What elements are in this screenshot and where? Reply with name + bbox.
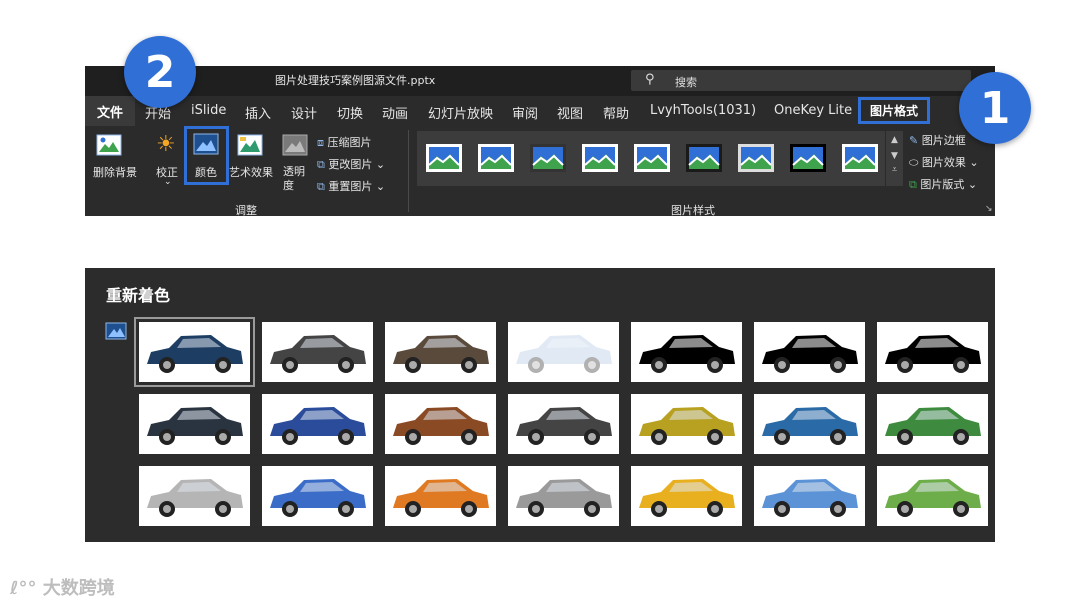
picture-layout-label: 图片版式 — [920, 178, 965, 191]
picture-icon — [105, 322, 127, 340]
recolor-option[interactable] — [631, 394, 742, 454]
recolor-option[interactable] — [508, 466, 619, 526]
watermark-icon: ℓ°° — [10, 578, 37, 599]
recolor-option[interactable] — [262, 466, 373, 526]
picture-style-thumb[interactable] — [633, 143, 671, 173]
remove-background-button[interactable] — [96, 134, 122, 160]
picture-styles-group-label: 图片样式 — [671, 204, 715, 217]
tab-picture-format[interactable]: 图片格式 — [858, 97, 930, 124]
transparency-label-2: 度 — [283, 179, 294, 192]
search-placeholder: 搜索 — [675, 76, 697, 89]
compress-icon: ⧈ — [317, 136, 324, 149]
tab-file[interactable]: 文件 — [85, 96, 135, 126]
artistic-effects-icon — [237, 134, 263, 156]
picture-style-thumb[interactable] — [841, 143, 879, 173]
change-picture-icon: ⧉ — [317, 158, 325, 171]
gallery-down-icon[interactable]: ▼ — [886, 151, 903, 161]
picture-effects-label: 图片效果 — [921, 156, 966, 169]
picture-border-label: 图片边框 — [921, 134, 966, 147]
remove-background-label: 删除背景 — [93, 166, 137, 179]
adjust-group-label: 调整 — [235, 204, 257, 217]
recolor-title: 重新着色 — [106, 286, 171, 305]
picture-styles-gallery[interactable] — [417, 131, 885, 186]
recolor-option[interactable] — [385, 394, 496, 454]
recolor-option[interactable] — [754, 466, 865, 526]
picture-style-thumb[interactable] — [789, 143, 827, 173]
step-badge-2: 2 — [124, 36, 196, 108]
recolor-option[interactable] — [631, 322, 742, 382]
change-picture-button[interactable]: ⧉ 更改图片 ⌄ — [317, 156, 385, 172]
artistic-effects-label: 艺术效果 — [229, 166, 273, 179]
watermark-logo: ℓ°° 大数跨境 — [10, 574, 115, 600]
tab-islide[interactable]: iSlide — [191, 103, 226, 118]
color-icon-wrap — [193, 133, 219, 159]
compress-pictures-button[interactable]: ⧈ 压缩图片 — [317, 134, 372, 150]
chevron-down-icon[interactable]: ⌄ — [164, 177, 172, 187]
color-label: 颜色 — [195, 166, 217, 179]
recolor-option[interactable] — [134, 317, 255, 387]
tab-slideshow[interactable]: 幻灯片放映 — [428, 103, 493, 122]
picture-style-thumb[interactable] — [529, 143, 567, 173]
picture-effects-button[interactable]: ⬭ 图片效果 ⌄ — [909, 154, 979, 170]
change-picture-label: 更改图片 — [328, 158, 373, 171]
recolor-option[interactable] — [262, 322, 373, 382]
tab-help[interactable]: 帮助 — [603, 103, 629, 122]
recolor-option[interactable] — [877, 394, 988, 454]
group-divider — [408, 130, 409, 212]
color-icon — [193, 133, 219, 155]
tab-animations[interactable]: 动画 — [382, 103, 408, 122]
recolor-option[interactable] — [877, 466, 988, 526]
tab-lvyhtools[interactable]: LvyhTools(1031) — [650, 103, 756, 118]
recolor-option[interactable] — [754, 394, 865, 454]
recolor-option[interactable] — [754, 322, 865, 382]
recolor-option[interactable] — [508, 322, 619, 382]
transparency-icon — [282, 134, 308, 156]
corrections-icon[interactable]: ☀ — [156, 134, 176, 156]
dialog-launcher-icon[interactable]: ↘ — [985, 204, 993, 214]
reset-picture-label: 重置图片 — [328, 180, 373, 193]
layout-icon: ⧉ — [909, 178, 917, 191]
recolor-option[interactable] — [385, 466, 496, 526]
recolor-option[interactable] — [385, 322, 496, 382]
remove-background-icon — [96, 134, 122, 156]
tab-review[interactable]: 审阅 — [512, 103, 538, 122]
recolor-option[interactable] — [262, 394, 373, 454]
recolor-option[interactable] — [139, 466, 250, 526]
transparency-button[interactable] — [282, 134, 308, 160]
watermark-text: 大数跨境 — [42, 578, 115, 599]
picture-style-thumb[interactable] — [581, 143, 619, 173]
picture-style-thumb[interactable] — [477, 143, 515, 173]
recolor-option[interactable] — [631, 466, 742, 526]
recolor-option[interactable] — [508, 394, 619, 454]
step-badge-1: 1 — [959, 72, 1031, 144]
artistic-effects-button[interactable] — [237, 134, 263, 160]
compress-label: 压缩图片 — [327, 136, 372, 149]
tab-transitions[interactable]: 切换 — [337, 103, 363, 122]
tab-design[interactable]: 设计 — [291, 103, 317, 122]
picture-style-thumb[interactable] — [737, 143, 775, 173]
reset-picture-button[interactable]: ⧉ 重置图片 ⌄ — [317, 178, 385, 194]
reset-picture-icon: ⧉ — [317, 180, 325, 193]
no-recolor-icon-wrap — [105, 322, 127, 344]
gallery-more-icon[interactable]: ⩡ — [886, 165, 903, 175]
gallery-scroll[interactable]: ▲ ▼ ⩡ — [886, 131, 903, 186]
search-icon: ⚲ — [645, 72, 655, 87]
recolor-option[interactable] — [139, 394, 250, 454]
gallery-up-icon[interactable]: ▲ — [886, 135, 903, 145]
tab-onekey[interactable]: OneKey Lite — [774, 103, 852, 118]
tab-view[interactable]: 视图 — [557, 103, 583, 122]
border-icon: ✎ — [909, 134, 919, 147]
recolor-option[interactable] — [877, 322, 988, 382]
tab-insert[interactable]: 插入 — [245, 103, 271, 122]
document-title: 图片处理技巧案例图源文件.pptx — [275, 74, 436, 87]
effects-icon: ⬭ — [909, 156, 919, 169]
picture-style-thumb[interactable] — [425, 143, 463, 173]
picture-border-button[interactable]: ✎ 图片边框 — [909, 132, 966, 148]
picture-layout-button[interactable]: ⧉ 图片版式 ⌄ — [909, 176, 977, 192]
picture-style-thumb[interactable] — [685, 143, 723, 173]
search-box[interactable]: ⚲ 搜索 — [631, 70, 971, 91]
